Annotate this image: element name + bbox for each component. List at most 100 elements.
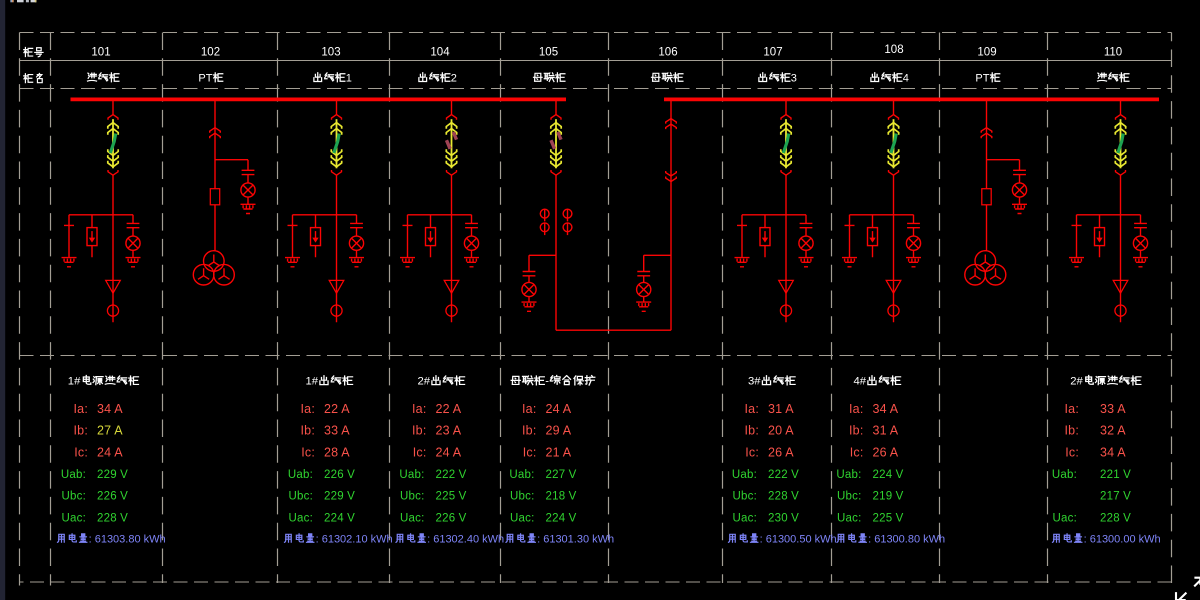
svg-text:3: 3 bbox=[791, 72, 797, 84]
svg-text:Ic:: Ic: bbox=[523, 446, 537, 460]
svg-text:Ia:: Ia: bbox=[849, 402, 864, 416]
svg-text:Ib:: Ib: bbox=[301, 424, 316, 438]
svg-text:Ia:: Ia: bbox=[412, 402, 427, 416]
svg-text:Ic:: Ic: bbox=[745, 446, 759, 460]
svg-text:Uab:: Uab: bbox=[61, 469, 86, 481]
svg-text:228 V: 228 V bbox=[768, 491, 799, 503]
svg-text:218 V: 218 V bbox=[546, 491, 577, 503]
svg-text:3#: 3# bbox=[748, 376, 761, 388]
svg-text:Ia:: Ia: bbox=[522, 402, 537, 416]
svg-text:Uac:: Uac: bbox=[733, 512, 757, 524]
svg-text:27 A: 27 A bbox=[97, 424, 123, 438]
svg-text:Ib:: Ib: bbox=[74, 424, 89, 438]
svg-text:227 V: 227 V bbox=[546, 469, 577, 481]
svg-text:22 A: 22 A bbox=[324, 402, 350, 416]
svg-text:Ic:: Ic: bbox=[1065, 446, 1079, 460]
svg-text:Ic:: Ic: bbox=[850, 446, 864, 460]
svg-text:2#: 2# bbox=[418, 376, 431, 388]
svg-text:222 V: 222 V bbox=[436, 469, 467, 481]
svg-text:Ia:: Ia: bbox=[1065, 402, 1080, 416]
svg-text:Ic:: Ic: bbox=[413, 446, 427, 460]
svg-text:229 V: 229 V bbox=[324, 491, 355, 503]
svg-text:24 A: 24 A bbox=[97, 446, 123, 460]
svg-text:Ib:: Ib: bbox=[412, 424, 427, 438]
svg-text:28 A: 28 A bbox=[324, 446, 350, 460]
svg-text:224 V: 224 V bbox=[324, 512, 355, 524]
svg-text:34 A: 34 A bbox=[873, 402, 899, 416]
svg-text:34 A: 34 A bbox=[97, 402, 123, 416]
svg-text:: 61300.50 kWh: : 61300.50 kWh bbox=[760, 533, 837, 545]
svg-text:222 V: 222 V bbox=[768, 469, 799, 481]
svg-text:2#: 2# bbox=[1070, 376, 1083, 388]
svg-text:: 61301.30 kWh: : 61301.30 kWh bbox=[537, 533, 614, 545]
svg-text:226 V: 226 V bbox=[324, 469, 355, 481]
svg-text:29 A: 29 A bbox=[546, 424, 572, 438]
svg-text:34 A: 34 A bbox=[1100, 446, 1126, 460]
svg-text:Ubc:: Ubc: bbox=[289, 491, 313, 503]
svg-text:Ubc:: Ubc: bbox=[62, 491, 86, 503]
svg-text:Uac:: Uac: bbox=[1053, 512, 1077, 524]
svg-text:103: 103 bbox=[321, 46, 340, 58]
svg-text:Uab:: Uab: bbox=[836, 469, 861, 481]
svg-text:107: 107 bbox=[763, 46, 782, 58]
svg-text:: 61300.80 kWh: : 61300.80 kWh bbox=[868, 533, 945, 545]
svg-text:20 A: 20 A bbox=[768, 424, 794, 438]
svg-text:229 V: 229 V bbox=[97, 469, 128, 481]
svg-text:217 V: 217 V bbox=[1100, 491, 1131, 503]
svg-text:4: 4 bbox=[903, 72, 909, 84]
svg-text:224 V: 224 V bbox=[873, 469, 904, 481]
svg-text:Uac:: Uac: bbox=[62, 512, 86, 524]
svg-text:32 A: 32 A bbox=[1100, 424, 1126, 438]
svg-text:109: 109 bbox=[977, 46, 996, 58]
svg-text:: 61302.40 kWh: : 61302.40 kWh bbox=[427, 533, 504, 545]
svg-text:226 V: 226 V bbox=[97, 491, 128, 503]
svg-text:228 V: 228 V bbox=[1100, 512, 1131, 524]
svg-text:224 V: 224 V bbox=[546, 512, 577, 524]
svg-text:33 A: 33 A bbox=[1100, 402, 1126, 416]
svg-text:225 V: 225 V bbox=[873, 512, 904, 524]
svg-text:33 A: 33 A bbox=[324, 424, 350, 438]
svg-text:Uab:: Uab: bbox=[1052, 469, 1077, 481]
svg-text:Ia:: Ia: bbox=[74, 402, 89, 416]
svg-text:Ib:: Ib: bbox=[522, 424, 537, 438]
svg-text:24 A: 24 A bbox=[546, 402, 572, 416]
svg-text:26 A: 26 A bbox=[873, 446, 899, 460]
svg-text:Ic:: Ic: bbox=[74, 446, 88, 460]
svg-text:Ic:: Ic: bbox=[301, 446, 315, 460]
svg-text:4#: 4# bbox=[854, 376, 867, 388]
svg-text:1: 1 bbox=[346, 72, 352, 84]
svg-text:221 V: 221 V bbox=[1100, 469, 1131, 481]
svg-text:Ib:: Ib: bbox=[1065, 424, 1080, 438]
svg-text:Ia:: Ia: bbox=[745, 402, 760, 416]
svg-text:Ib:: Ib: bbox=[745, 424, 760, 438]
svg-text:105: 105 bbox=[539, 46, 558, 58]
svg-text:Ubc:: Ubc: bbox=[510, 491, 534, 503]
svg-text:225 V: 225 V bbox=[436, 491, 467, 503]
svg-text:Ubc:: Ubc: bbox=[733, 491, 757, 503]
svg-text:106: 106 bbox=[658, 46, 677, 58]
svg-text:22 A: 22 A bbox=[436, 402, 462, 416]
svg-text:228 V: 228 V bbox=[97, 512, 128, 524]
svg-text:1#: 1# bbox=[68, 376, 81, 388]
svg-text:101: 101 bbox=[91, 46, 110, 58]
svg-text:230 V: 230 V bbox=[768, 512, 799, 524]
svg-text:Ib:: Ib: bbox=[849, 424, 864, 438]
svg-text:1#: 1# bbox=[306, 376, 319, 388]
svg-text:Uab:: Uab: bbox=[509, 469, 534, 481]
svg-text:-: - bbox=[545, 376, 549, 388]
svg-text:31 A: 31 A bbox=[768, 402, 794, 416]
svg-text:: 61302.10 kWh: : 61302.10 kWh bbox=[316, 533, 393, 545]
svg-text:21 A: 21 A bbox=[546, 446, 572, 460]
svg-text:2: 2 bbox=[451, 72, 457, 84]
svg-text:31 A: 31 A bbox=[873, 424, 899, 438]
svg-text:Ia:: Ia: bbox=[301, 402, 316, 416]
svg-text:Uab:: Uab: bbox=[399, 469, 424, 481]
svg-text:Uab:: Uab: bbox=[732, 469, 757, 481]
svg-text:: 61303.80 kWh: : 61303.80 kWh bbox=[89, 533, 166, 545]
svg-text:26 A: 26 A bbox=[768, 446, 794, 460]
svg-text:Ubc:: Ubc: bbox=[400, 491, 424, 503]
svg-text:Uac:: Uac: bbox=[400, 512, 424, 524]
svg-text:104: 104 bbox=[430, 46, 450, 58]
svg-text:110: 110 bbox=[1104, 46, 1122, 58]
svg-text:PT: PT bbox=[975, 72, 989, 84]
